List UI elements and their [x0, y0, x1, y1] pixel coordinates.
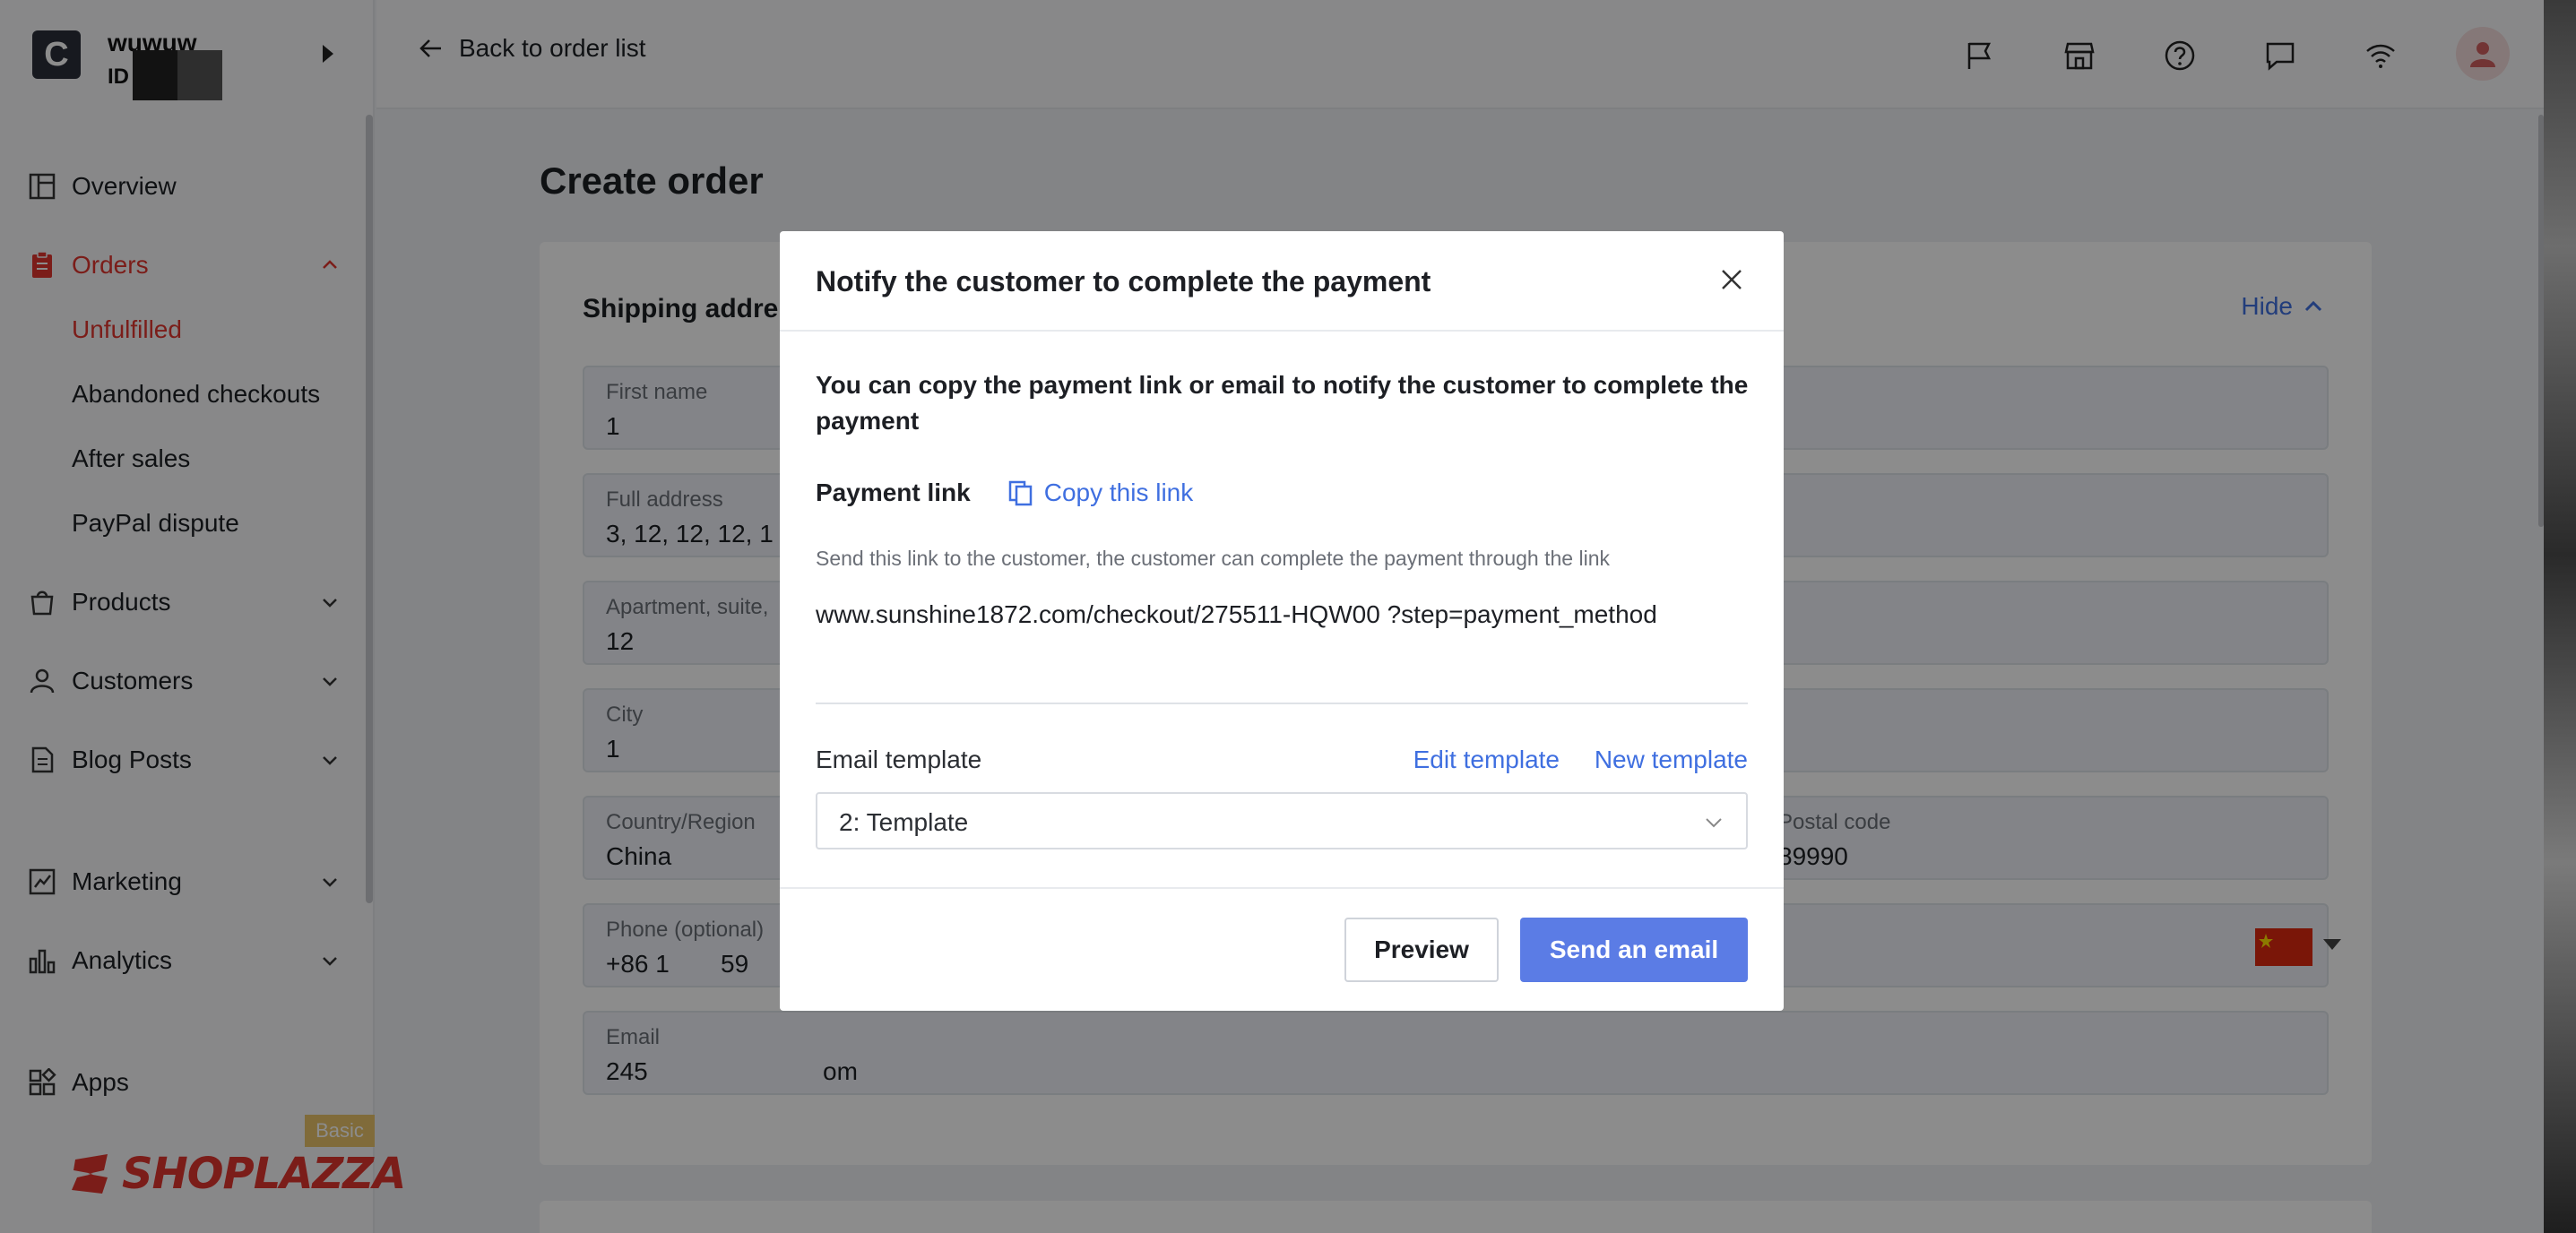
- email-template-label: Email template: [816, 746, 982, 773]
- chevron-down-icon: [1706, 818, 1722, 828]
- email-template-select[interactable]: 2: Template: [816, 792, 1748, 849]
- payment-link-hint: Send this link to the customer, the cust…: [816, 547, 1610, 570]
- payment-link-url: www.sunshine1872.com/checkout/275511-HQW…: [816, 600, 1657, 628]
- divider: [816, 703, 1748, 704]
- dialog-title: Notify the customer to complete the paym…: [816, 265, 1431, 297]
- copy-icon: [1008, 480, 1032, 506]
- send-email-button[interactable]: Send an email: [1520, 918, 1748, 982]
- selected-template: 2: Template: [839, 808, 969, 836]
- edit-template-link[interactable]: Edit template: [1413, 746, 1560, 774]
- new-template-link[interactable]: New template: [1595, 746, 1748, 774]
- dialog-header: Notify the customer to complete the paym…: [780, 231, 1784, 332]
- preview-button[interactable]: Preview: [1344, 918, 1499, 982]
- dialog-footer-divider: [780, 887, 1784, 889]
- payment-notify-dialog: Notify the customer to complete the paym…: [780, 231, 1784, 1011]
- dialog-description: You can copy the payment link or email t…: [816, 371, 1749, 435]
- email-template-row: Email template Edit template New templat…: [816, 746, 1748, 781]
- copy-link-label: Copy this link: [1043, 479, 1194, 506]
- app-window: C wuwuw ID Overview Orders Unfulfilled A…: [0, 0, 2576, 1233]
- payment-link-row: Payment link Copy this link: [816, 479, 1193, 507]
- close-icon[interactable]: [1714, 262, 1750, 297]
- copy-link-button[interactable]: Copy this link: [1007, 479, 1194, 507]
- payment-link-label: Payment link: [816, 479, 971, 506]
- desktop-background-edge: [2544, 0, 2576, 1233]
